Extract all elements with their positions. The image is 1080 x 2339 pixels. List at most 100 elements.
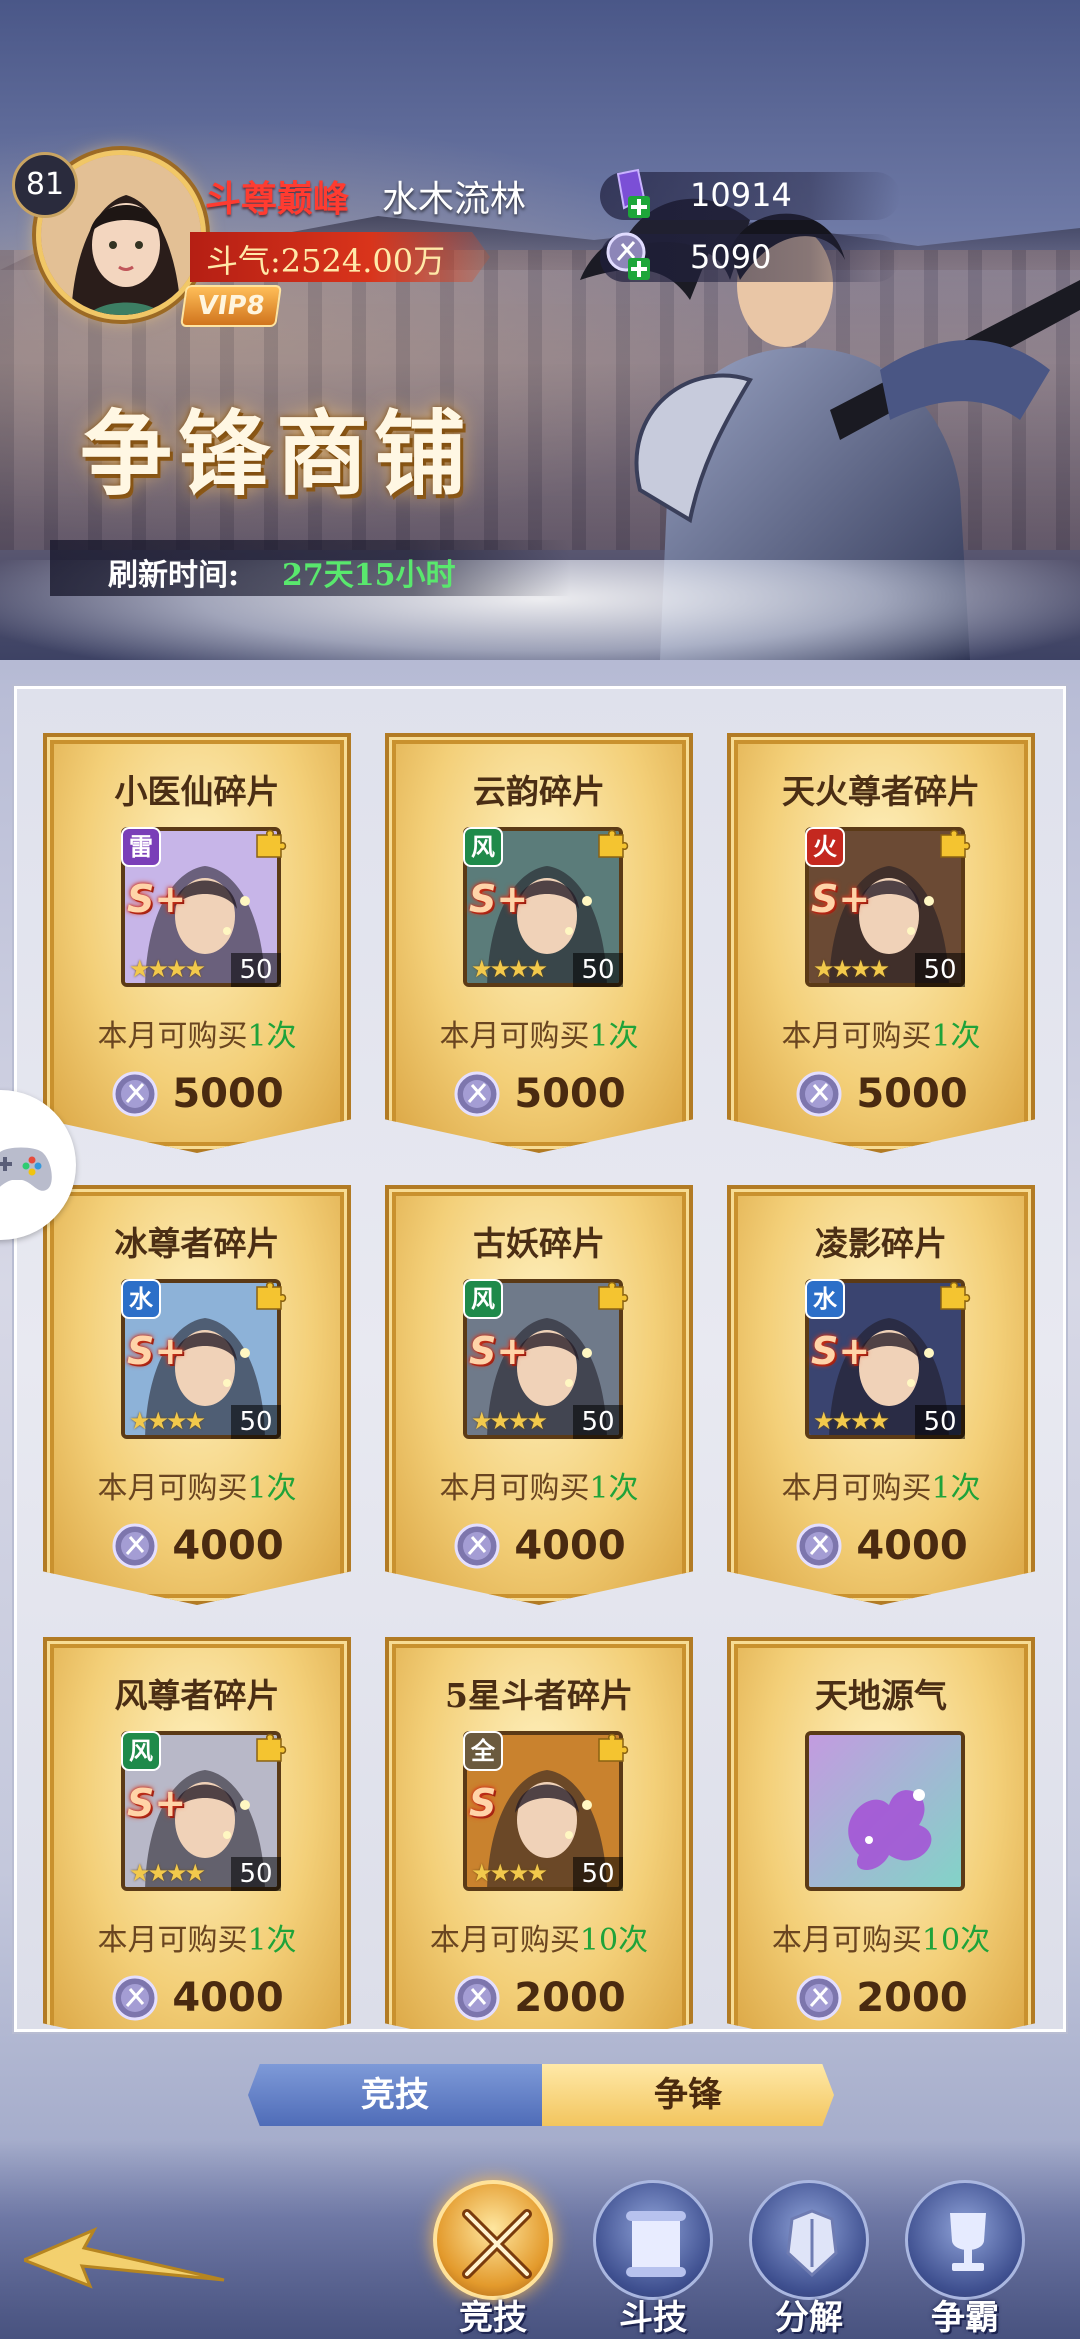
puzzle-piece-icon [256, 1733, 287, 1762]
fragment-count: 50 [231, 1857, 281, 1891]
item-name: 小医仙碎片 [114, 772, 280, 811]
arena-coin-icon [112, 1523, 158, 1569]
fragment-count: 50 [231, 1405, 281, 1439]
price-row[interactable]: 5000 [731, 1069, 1031, 1119]
puzzle-piece-icon [940, 829, 971, 858]
element-tag: 全 [463, 1731, 503, 1771]
shop-item-card[interactable]: 天火尊者碎片 火 S+ ★★★★ 50 本月可购买1次 5000 [727, 733, 1035, 1153]
back-arrow-icon[interactable] [24, 2200, 234, 2310]
purchase-limit-label: 本月可购买 [439, 1019, 590, 1054]
price-row[interactable]: 4000 [731, 1521, 1031, 1571]
item-name: 古妖碎片 [473, 1224, 605, 1263]
star-rating-icon: ★★★★ [813, 1407, 890, 1435]
item-price: 2000 [856, 1975, 968, 2021]
refresh-label: 刷新时间: [108, 558, 240, 593]
purchase-limit-count: 1次 [247, 1471, 297, 1506]
element-tag: 风 [463, 827, 503, 867]
nav-label: 竞技 [459, 2298, 527, 2338]
star-rating-icon: ★★★★ [471, 1859, 548, 1887]
shop-item-card[interactable]: 冰尊者碎片 水 S+ ★★★★ 50 本月可购买1次 4000 [43, 1185, 351, 1605]
arena-coin-icon [112, 1975, 158, 2021]
grade-label: S+ [811, 877, 871, 921]
puzzle-piece-icon [598, 1281, 629, 1310]
purple-crystal-icon[interactable] [604, 168, 656, 220]
item-name: 凌影碎片 [815, 1224, 947, 1263]
price-row[interactable]: 2000 [731, 1973, 1031, 2023]
vip-badge[interactable]: VIP8 [180, 285, 282, 327]
purchase-limit-label: 本月可购买 [97, 1019, 248, 1054]
grade-label: S+ [469, 1329, 529, 1373]
item-price: 4000 [172, 1523, 284, 1569]
nav-item-hegemony[interactable]: 争霸 [900, 2170, 1030, 2339]
floating-game-button[interactable] [0, 1090, 76, 1240]
purchase-limit-label: 本月可购买 [429, 1923, 580, 1958]
fragment-count: 50 [573, 1405, 623, 1439]
shop-item-card[interactable]: 5星斗者碎片 全 S ★★★★ 50 本月可购买10次 2000 [385, 1637, 693, 2029]
purchase-limit-label: 本月可购买 [771, 1923, 922, 1958]
puzzle-piece-icon [256, 1281, 287, 1310]
crossed-swords-icon [462, 2209, 532, 2279]
purchase-limit-label: 本月可购买 [439, 1471, 590, 1506]
shop-item-card[interactable]: 凌影碎片 水 S+ ★★★★ 50 本月可购买1次 4000 [727, 1185, 1035, 1605]
nav-circle [433, 2180, 553, 2300]
fragment-count: 50 [573, 953, 623, 987]
star-rating-icon: ★★★★ [471, 955, 548, 983]
arena-coin-icon [454, 1071, 500, 1117]
nav-label: 斗技 [619, 2298, 687, 2338]
armor-icon [786, 2209, 838, 2278]
nav-item-arena[interactable]: 竞技 [428, 2170, 558, 2339]
element-tag: 雷 [121, 827, 161, 867]
puzzle-piece-icon [598, 1733, 629, 1762]
shop-item-card[interactable]: 风尊者碎片 风 S+ ★★★★ 50 本月可购买1次 4000 [43, 1637, 351, 2029]
purchase-limit-count: 1次 [247, 1019, 297, 1054]
origin-qi-icon [809, 1735, 961, 1887]
shop-item-card[interactable]: 云韵碎片 风 S+ ★★★★ 50 本月可购买1次 5000 [385, 733, 693, 1153]
crystal-amount: 10914 [690, 176, 792, 214]
arena-coin-icon [454, 1975, 500, 2021]
purchase-limit: 本月可购买1次 [389, 1011, 689, 1055]
fragment-count: 50 [573, 1857, 623, 1891]
purchase-limit-count: 1次 [589, 1471, 639, 1506]
fragment-count: 50 [915, 1405, 965, 1439]
price-row[interactable]: 5000 [47, 1069, 347, 1119]
scroll-icon [626, 2211, 686, 2277]
nav-circle [749, 2180, 869, 2300]
purchase-limit-count: 1次 [589, 1019, 639, 1054]
item-price: 5000 [514, 1071, 626, 1117]
tab-contest[interactable]: 争锋 [542, 2064, 834, 2126]
price-row[interactable]: 5000 [389, 1069, 689, 1119]
price-row[interactable]: 4000 [389, 1521, 689, 1571]
shop-panel[interactable]: 小医仙碎片 雷 S+ ★★★★ 50 本月可购买1次 5000 云韵碎片 风 S… [12, 684, 1068, 2034]
arena-coin-icon[interactable] [604, 230, 656, 282]
arena-coin-icon [796, 1975, 842, 2021]
tab-arena[interactable]: 竞技 [248, 2064, 542, 2126]
grade-label: S+ [127, 877, 187, 921]
grade-label: S+ [127, 1329, 187, 1373]
trophy-icon [950, 2213, 986, 2271]
star-rating-icon: ★★★★ [471, 1407, 548, 1435]
shop-item-card[interactable]: 古妖碎片 风 S+ ★★★★ 50 本月可购买1次 4000 [385, 1185, 693, 1605]
fragment-count: 50 [231, 953, 281, 987]
purchase-limit: 本月可购买1次 [47, 1915, 347, 1959]
purchase-limit-count: 1次 [931, 1471, 981, 1506]
shop-segment-control: 竞技 争锋 [248, 2064, 834, 2126]
nav-circle [593, 2180, 713, 2300]
puzzle-piece-icon [940, 1281, 971, 1310]
grade-label: S+ [811, 1329, 871, 1373]
item-portrait[interactable] [805, 1731, 965, 1891]
purchase-limit-count: 10次 [579, 1923, 649, 1958]
shop-item-card[interactable]: 小医仙碎片 雷 S+ ★★★★ 50 本月可购买1次 5000 [43, 733, 351, 1153]
item-name: 云韵碎片 [473, 772, 605, 811]
nav-circle [905, 2180, 1025, 2300]
puzzle-piece-icon [256, 829, 287, 858]
nav-item-decompose[interactable]: 分解 [744, 2170, 874, 2339]
price-row[interactable]: 2000 [389, 1973, 689, 2023]
nav-item-skill[interactable]: 斗技 [588, 2170, 718, 2339]
element-tag: 水 [805, 1279, 845, 1319]
price-row[interactable]: 4000 [47, 1973, 347, 2023]
arena-coin-icon [112, 1071, 158, 1117]
player-power: 斗气:2524.00万 [206, 242, 446, 280]
price-row[interactable]: 4000 [47, 1521, 347, 1571]
element-tag: 水 [121, 1279, 161, 1319]
shop-item-card[interactable]: 天地源气 本月可购买10次 2000 [727, 1637, 1035, 2029]
